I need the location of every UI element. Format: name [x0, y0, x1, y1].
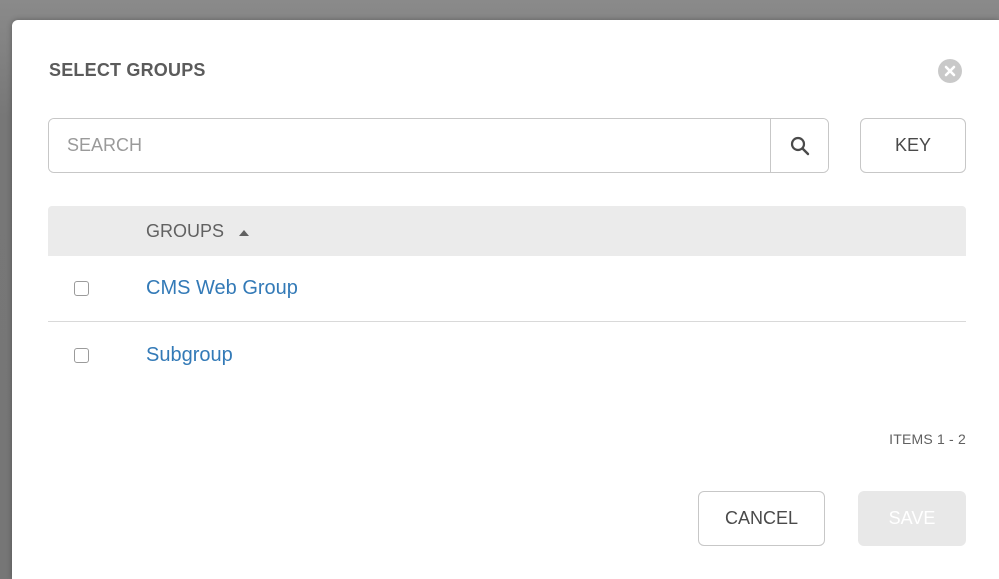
key-button[interactable]: KEY [860, 118, 966, 173]
row-checkbox[interactable] [74, 347, 89, 363]
search-box [48, 118, 829, 173]
close-icon [944, 65, 956, 77]
modal-title: SELECT GROUPS [49, 60, 206, 80]
group-link[interactable]: Subgroup [146, 344, 233, 367]
groups-table: GROUPS CMS Web Group Subgroup [48, 206, 966, 388]
table-row: CMS Web Group [48, 256, 966, 322]
cancel-button[interactable]: CANCEL [698, 491, 825, 546]
table-header: GROUPS [48, 206, 966, 256]
groups-column-header[interactable]: GROUPS [146, 221, 250, 242]
save-button[interactable]: SAVE [858, 491, 966, 546]
sort-ascending-icon [238, 221, 250, 242]
search-icon [790, 136, 809, 155]
row-checkbox[interactable] [74, 281, 89, 296]
groups-column-label: GROUPS [146, 220, 225, 241]
select-groups-modal: SELECT GROUPS KEY GROUPS [12, 20, 999, 579]
search-button[interactable] [770, 119, 828, 172]
group-link[interactable]: CMS Web Group [146, 277, 298, 300]
items-count: ITEMS 1 - 2 [889, 431, 966, 447]
search-input[interactable] [49, 119, 770, 172]
close-button[interactable] [938, 59, 962, 83]
table-row: Subgroup [48, 322, 966, 388]
